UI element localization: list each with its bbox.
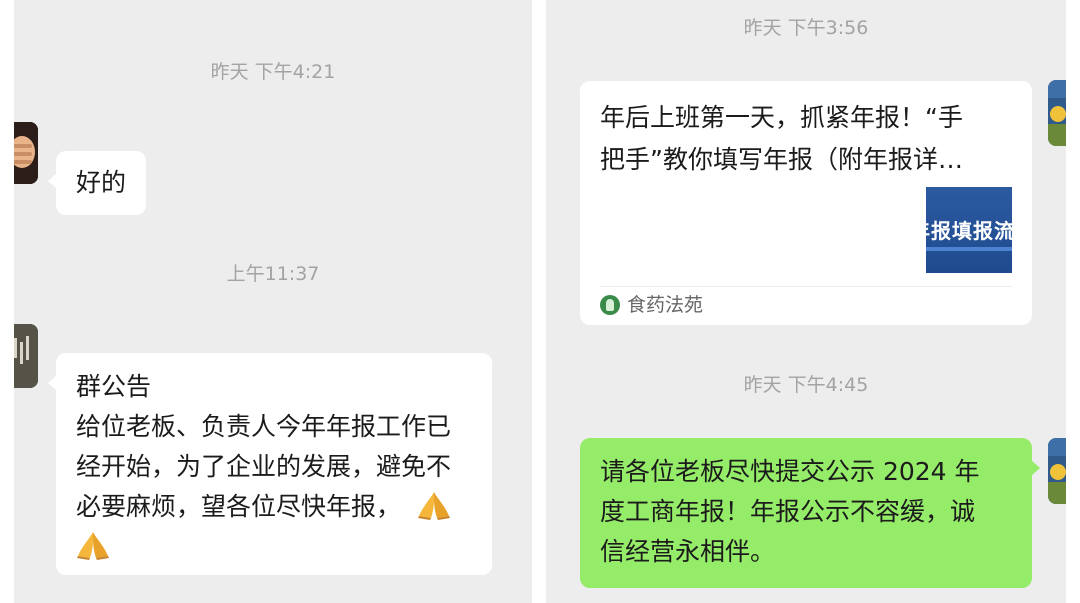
announcement-line-with-emoji: 必要麻烦，望各位尽快年报， (76, 487, 486, 527)
folded-hands-icon (76, 530, 110, 560)
timestamp: 昨天 下午4:45 (743, 374, 869, 396)
self-avatar-image (1048, 438, 1066, 504)
thumbnail-text: 年报填报流程 (926, 219, 1012, 243)
link-card-source: 食药法苑 (627, 294, 704, 316)
avatar[interactable] (1048, 80, 1066, 146)
timestamp: 昨天 下午3:56 (743, 17, 869, 39)
message-text: 请各位老板尽快提交公示 2024 年 度工商年报！年报公示不容缓，诚 信经营永相… (600, 452, 1020, 572)
folded-hands-icon (417, 490, 451, 520)
message-text: 好的 (76, 168, 127, 197)
link-card-title-line: 把手”教你填写年报（附年报详… (600, 145, 963, 174)
chat-panel-left[interactable]: 昨天 下午4:21 好的 上午11:37 群公告 给位老板、负责人今年年报工作已… (14, 0, 532, 603)
link-card[interactable]: 年后上班第一天，抓紧年报！“手 把手”教你填写年报（附年报详… 年报填报流程 食… (580, 81, 1032, 325)
link-card-title-line: 年后上班第一天，抓紧年报！“手 (600, 103, 963, 132)
message-line: 度工商年报！年报公示不容缓，诚 (600, 497, 976, 526)
thumbs-up-avatar-image (14, 122, 38, 184)
leaf-icon (600, 295, 620, 315)
avatar[interactable] (1048, 438, 1066, 504)
announcement-title: 群公告 (76, 372, 152, 401)
announcement-line: 必要麻烦，望各位尽快年报， (76, 492, 402, 521)
timestamp: 昨天 下午4:21 (210, 61, 336, 83)
thumbnail-band (926, 247, 1012, 251)
announcement-content: 群公告 给位老板、负责人今年年报工作已 经开始，为了企业的发展，避免不 必要麻烦… (76, 367, 486, 567)
announcement-line: 经开始，为了企业的发展，避免不 (76, 452, 452, 481)
message-bubble-sent[interactable]: 请各位老板尽快提交公示 2024 年 度工商年报！年报公示不容缓，诚 信经营永相… (580, 438, 1040, 588)
message-bubble[interactable]: 好的 (48, 151, 146, 215)
link-card-thumbnail: 年报填报流程 (926, 187, 1012, 273)
bubble-tail (48, 173, 57, 189)
avatar[interactable] (14, 122, 38, 184)
avatar[interactable] (14, 324, 38, 388)
bubble-tail (1031, 460, 1040, 476)
link-card-divider (600, 286, 1012, 287)
message-line: 信经营永相伴。 (600, 537, 776, 566)
announcement-line: 给位老板、负责人今年年报工作已 (76, 412, 452, 441)
chat-panel-right[interactable]: 昨天 下午3:56 年后上班第一天，抓紧年报！“手 把手”教你填写年报（附年报详… (546, 0, 1066, 603)
calligraphy-avatar-image (14, 324, 38, 388)
timestamp: 上午11:37 (226, 263, 320, 285)
message-line: 请各位老板尽快提交公示 2024 年 (600, 457, 980, 486)
announcement-bubble[interactable]: 群公告 给位老板、负责人今年年报工作已 经开始，为了企业的发展，避免不 必要麻烦… (48, 353, 492, 575)
link-card-title: 年后上班第一天，抓紧年报！“手 把手”教你填写年报（附年报详… (600, 97, 1000, 181)
self-avatar-image (1048, 80, 1066, 146)
bubble-tail (48, 375, 57, 391)
